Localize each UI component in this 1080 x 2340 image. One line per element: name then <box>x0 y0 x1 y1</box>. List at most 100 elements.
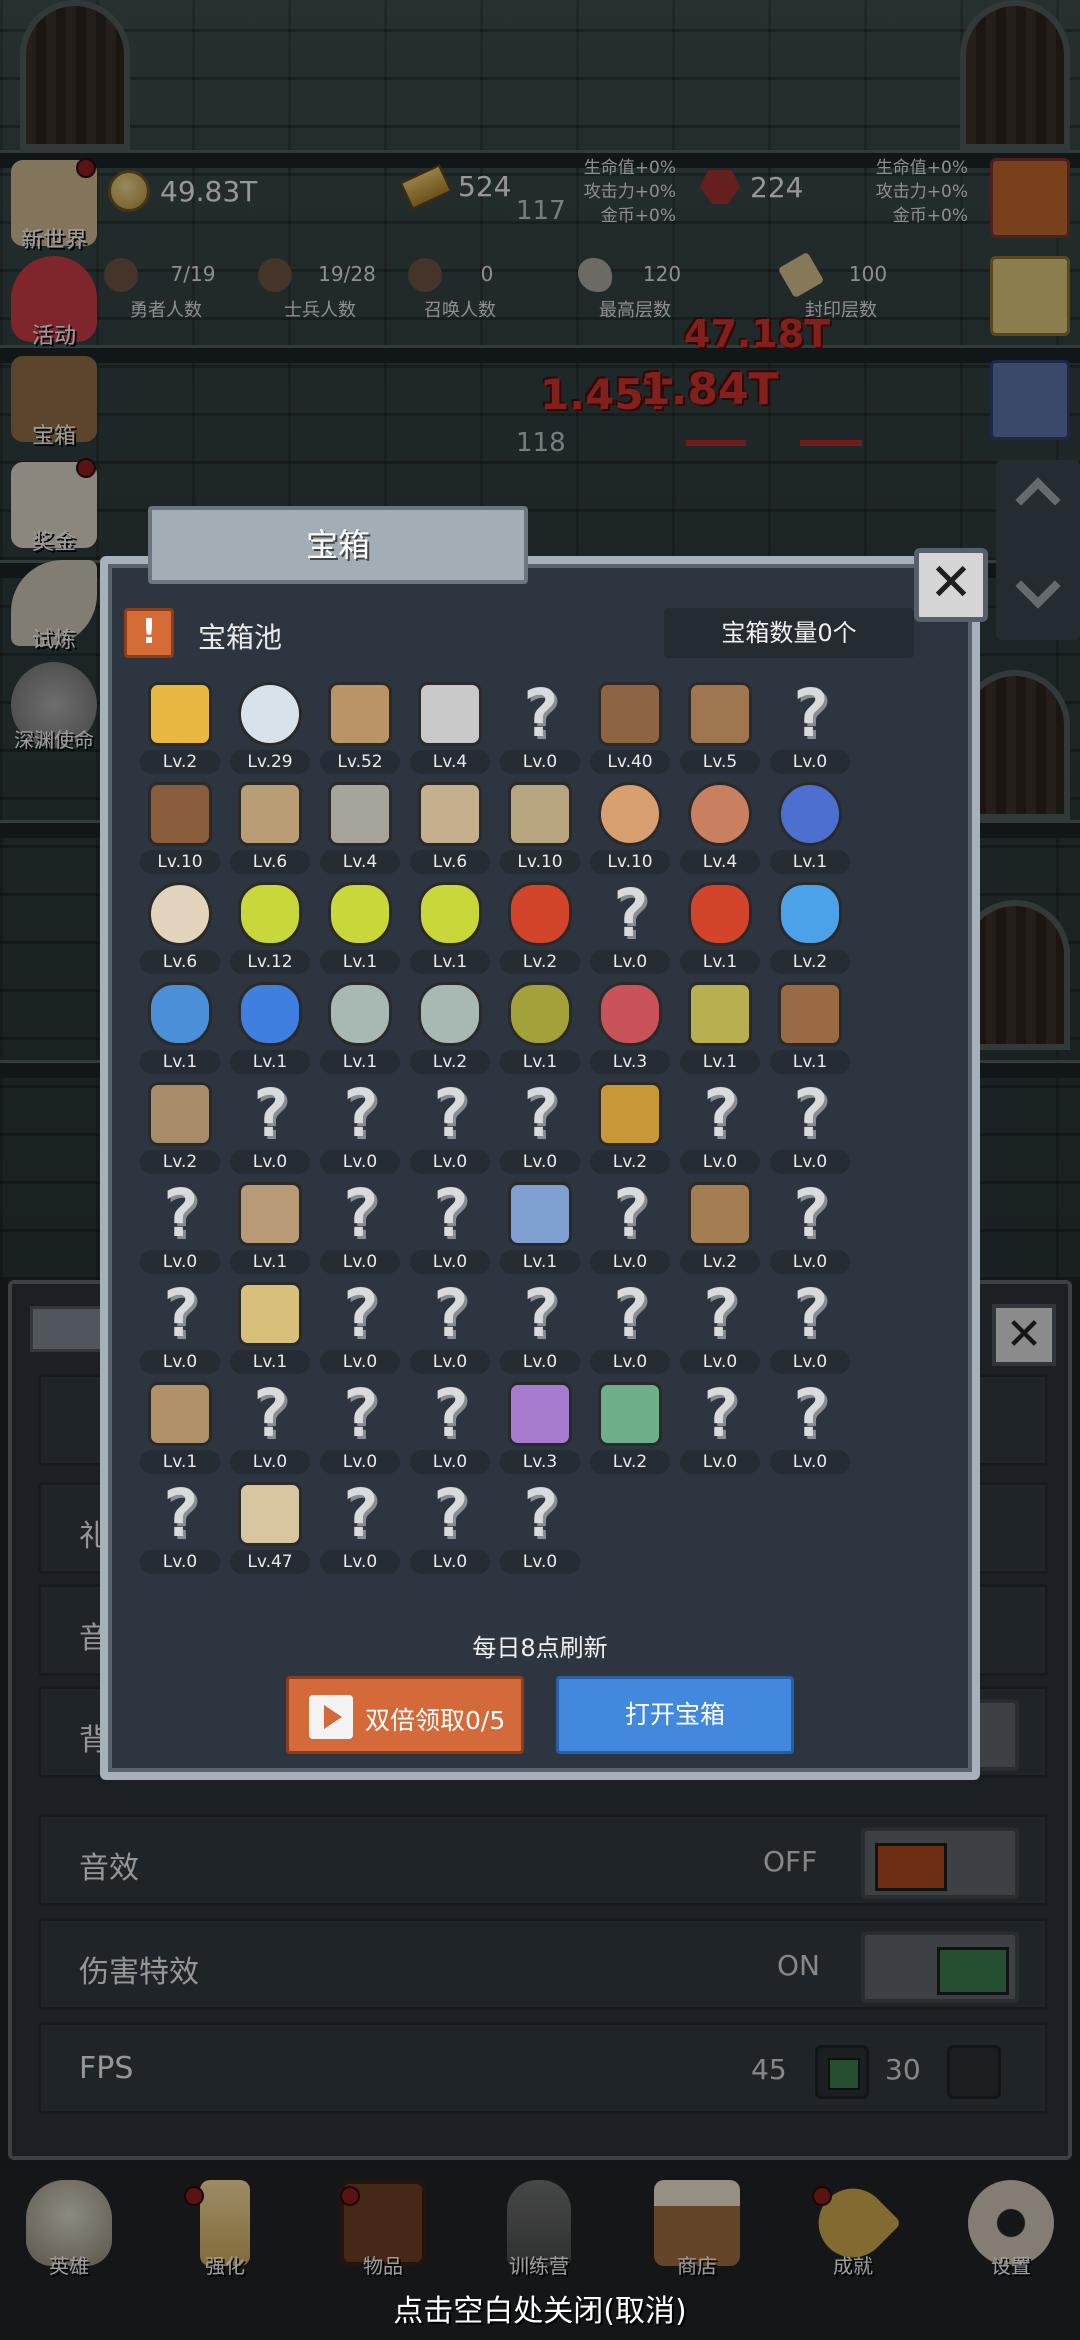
chest-pool-item[interactable]: ? Lv.0 <box>138 1280 222 1376</box>
chest-pool-item[interactable]: Lv.10 <box>588 780 672 876</box>
chest-pool-item[interactable]: Lv.1 <box>318 980 402 1076</box>
chest-pool-item[interactable]: Lv.47 <box>228 1480 312 1576</box>
chest-pool-item[interactable]: ? Lv.0 <box>588 1180 672 1276</box>
yellow-potion-icon <box>238 882 302 946</box>
chest-pool-item[interactable]: ? Lv.0 <box>318 1380 402 1476</box>
chest-pool-item[interactable]: Lv.6 <box>228 780 312 876</box>
chest-pool-item[interactable]: ? Lv.0 <box>768 680 852 776</box>
chest-pool-item[interactable]: Lv.4 <box>678 780 762 876</box>
chest-pool-item[interactable]: Lv.1 <box>138 980 222 1076</box>
close-hint[interactable]: 点击空白处关闭(取消) <box>0 2286 1080 2330</box>
chest-pool-item[interactable]: Lv.5 <box>678 680 762 776</box>
chest-pool-item[interactable]: ? Lv.0 <box>498 1080 582 1176</box>
chest-pool-item[interactable]: ? Lv.0 <box>588 1280 672 1376</box>
chest-pool-item[interactable]: ? Lv.0 <box>408 1480 492 1576</box>
chest-pool-item[interactable]: Lv.4 <box>408 680 492 776</box>
chest-pool-item[interactable]: Lv.3 <box>588 980 672 1076</box>
chest-pool-item[interactable]: ? Lv.0 <box>768 1180 852 1276</box>
item-level: Lv.0 <box>680 1150 760 1174</box>
chest-pool-item[interactable]: Lv.10 <box>138 780 222 876</box>
item-level: Lv.1 <box>500 1250 580 1274</box>
leather-boot-icon <box>778 982 842 1046</box>
chest-pool-item[interactable]: ? Lv.0 <box>138 1180 222 1276</box>
diamond-icon <box>238 682 302 746</box>
chest-pool-item[interactable]: Lv.1 <box>768 780 852 876</box>
yellow-potion-icon <box>328 882 392 946</box>
close-icon[interactable]: ✕ <box>914 548 988 622</box>
item-level: Lv.0 <box>770 1250 850 1274</box>
chest-pool-item[interactable]: ? Lv.0 <box>408 1280 492 1376</box>
item-level: Lv.1 <box>770 850 850 874</box>
chest-pool-item[interactable]: ? Lv.0 <box>408 1180 492 1276</box>
chest-pool-item[interactable]: Lv.6 <box>408 780 492 876</box>
alert-icon[interactable]: ! <box>124 608 174 658</box>
chest-pool-item[interactable]: Lv.1 <box>228 1180 312 1276</box>
chest-pool-item[interactable]: Lv.1 <box>498 1180 582 1276</box>
chest-pool-item[interactable]: Lv.29 <box>228 680 312 776</box>
bow-icon <box>148 1382 212 1446</box>
chest-pool-item[interactable]: Lv.1 <box>318 880 402 976</box>
chest-pool-item[interactable]: ? Lv.0 <box>768 1280 852 1376</box>
chest-pool-item[interactable]: ? Lv.0 <box>498 680 582 776</box>
chest-pool-item[interactable]: ? Lv.0 <box>408 1080 492 1176</box>
blue-jar-icon <box>148 982 212 1046</box>
chest-pool-item[interactable]: Lv.1 <box>228 1280 312 1376</box>
chest-pool-item[interactable]: Lv.2 <box>588 1080 672 1176</box>
chest-pool-item[interactable]: Lv.2 <box>588 1380 672 1476</box>
chest-pool-item[interactable]: Lv.2 <box>498 880 582 976</box>
chest-pool-item[interactable]: ? Lv.0 <box>768 1380 852 1476</box>
chest-pool-item[interactable]: ? Lv.0 <box>408 1380 492 1476</box>
chest-pool-item[interactable]: ? Lv.0 <box>768 1080 852 1176</box>
open-chest-button[interactable]: 打开宝箱 <box>556 1676 794 1754</box>
double-claim-button[interactable]: 双倍领取0/5 <box>286 1676 524 1754</box>
chest-pool-item[interactable]: Lv.10 <box>498 780 582 876</box>
chest-pool-item[interactable]: ? Lv.0 <box>588 880 672 976</box>
bread-icon <box>148 882 212 946</box>
chest-pool-item[interactable]: Lv.40 <box>588 680 672 776</box>
item-level: Lv.0 <box>770 1450 850 1474</box>
item-level: Lv.52 <box>320 750 400 774</box>
great-helm-icon <box>508 782 572 846</box>
unknown-icon: ? <box>250 1075 290 1152</box>
unknown-icon: ? <box>430 1275 470 1352</box>
chest-pool-item[interactable]: Lv.6 <box>138 880 222 976</box>
chest-pool-item[interactable]: ? Lv.0 <box>498 1280 582 1376</box>
unknown-icon: ? <box>340 1375 380 1452</box>
chest-pool-item[interactable]: Lv.52 <box>318 680 402 776</box>
chest-pool-item[interactable]: ? Lv.0 <box>678 1280 762 1376</box>
chest-pool-item[interactable]: Lv.1 <box>768 980 852 1076</box>
chest-pool-item[interactable]: ? Lv.0 <box>318 1480 402 1576</box>
chest-pool-item[interactable]: ? Lv.0 <box>228 1080 312 1176</box>
item-level: Lv.3 <box>590 1050 670 1074</box>
chest-pool-item[interactable]: Lv.1 <box>408 880 492 976</box>
chest-pool-item[interactable]: ? Lv.0 <box>678 1080 762 1176</box>
unknown-icon: ? <box>790 1275 830 1352</box>
chest-pool-item[interactable]: Lv.1 <box>228 980 312 1076</box>
item-level: Lv.0 <box>500 750 580 774</box>
chest-pool-item[interactable]: ? Lv.0 <box>318 1280 402 1376</box>
item-level: Lv.10 <box>500 850 580 874</box>
leather-armor-icon <box>598 682 662 746</box>
chest-pool-item[interactable]: ? Lv.0 <box>678 1380 762 1476</box>
chest-pool-item[interactable]: Lv.1 <box>498 980 582 1076</box>
chest-pool-item[interactable]: ? Lv.0 <box>138 1480 222 1576</box>
chest-pool-item[interactable]: Lv.2 <box>138 680 222 776</box>
chest-pool-item[interactable]: Lv.1 <box>678 880 762 976</box>
chest-pool-item[interactable]: Lv.4 <box>318 780 402 876</box>
chest-pool-item[interactable]: ? Lv.0 <box>318 1180 402 1276</box>
chest-pool-item[interactable]: ? Lv.0 <box>318 1080 402 1176</box>
chest-pool-item[interactable]: Lv.2 <box>138 1080 222 1176</box>
wand-icon <box>508 1182 572 1246</box>
chest-pool-item[interactable]: ? Lv.0 <box>498 1480 582 1576</box>
unknown-icon: ? <box>610 1175 650 1252</box>
chest-pool-item[interactable]: ? Lv.0 <box>228 1380 312 1476</box>
chest-pool-item[interactable]: Lv.2 <box>408 980 492 1076</box>
chest-pool-item[interactable]: Lv.1 <box>678 980 762 1076</box>
blue-flask-icon <box>238 982 302 1046</box>
chest-pool-item[interactable]: Lv.1 <box>138 1380 222 1476</box>
chest-pool-item[interactable]: Lv.12 <box>228 880 312 976</box>
steak-icon <box>688 782 752 846</box>
chest-pool-item[interactable]: Lv.2 <box>768 880 852 976</box>
chest-pool-item[interactable]: Lv.3 <box>498 1380 582 1476</box>
chest-pool-item[interactable]: Lv.2 <box>678 1180 762 1276</box>
